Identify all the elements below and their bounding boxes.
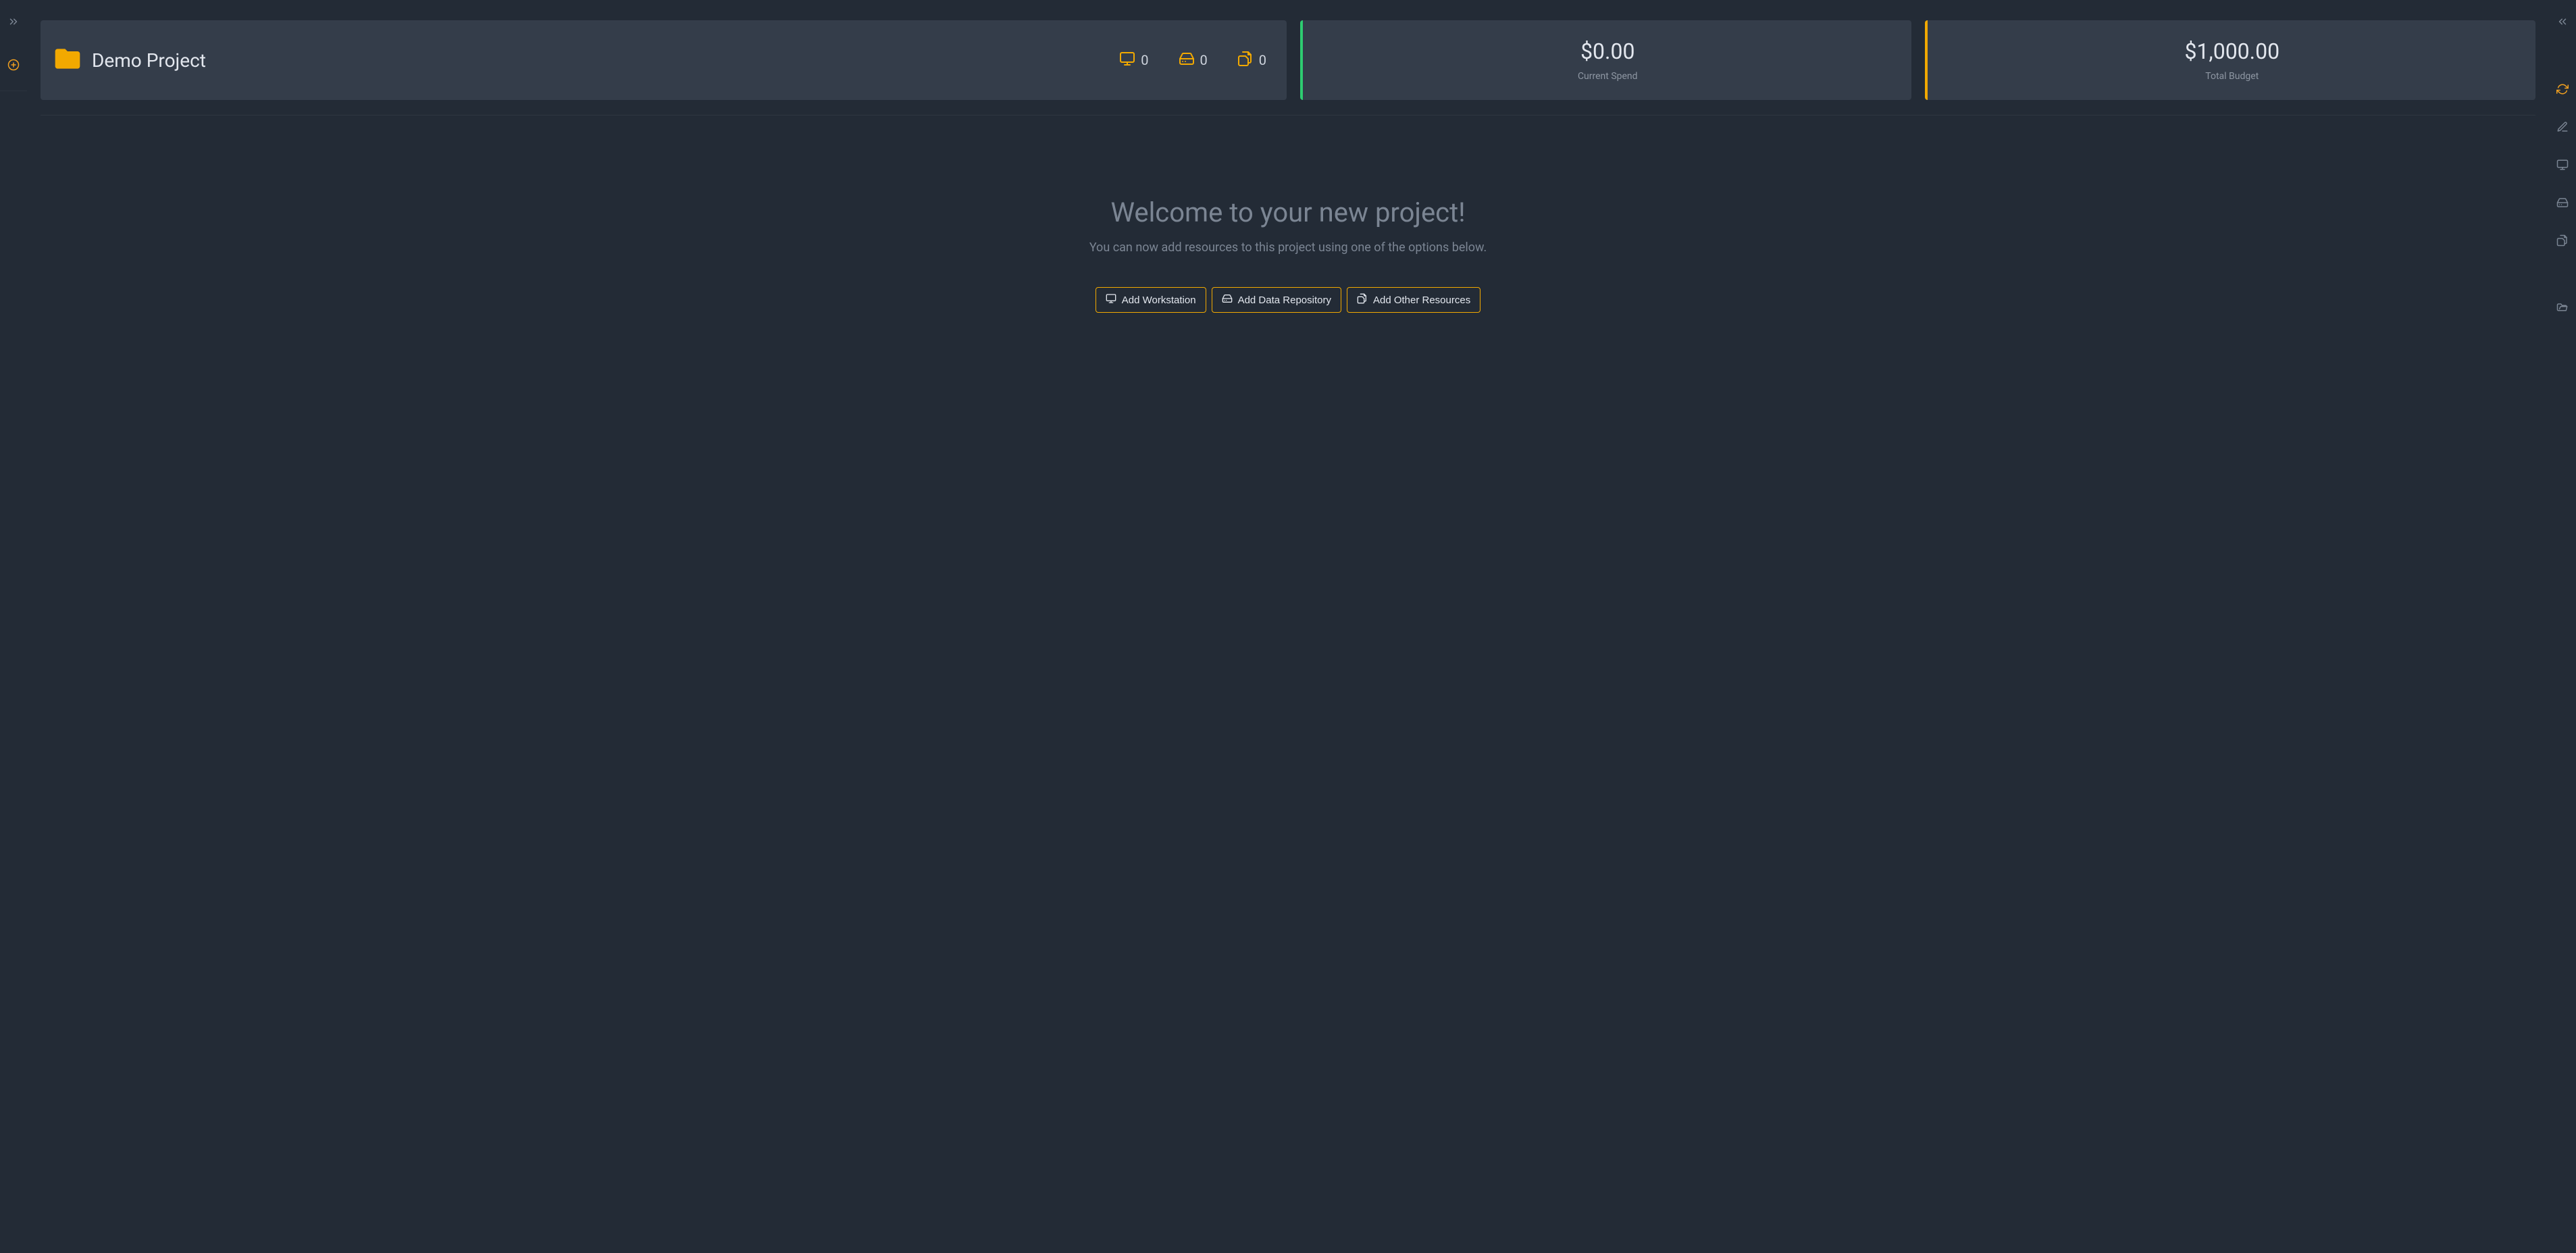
stat-other: 0: [1237, 51, 1266, 70]
budget-accent-bar: [1925, 20, 1928, 100]
other-resources-nav-button[interactable]: [2549, 228, 2576, 255]
stat-workstations-count: 0: [1141, 52, 1148, 68]
stat-repositories-count: 0: [1200, 52, 1208, 68]
plus-circle-icon: [7, 59, 20, 74]
add-repository-button[interactable]: Add Data Repository: [1212, 287, 1341, 313]
storage-icon: [1179, 51, 1195, 70]
folder-icon: [53, 44, 82, 76]
pencil-icon: [2556, 121, 2569, 136]
monitor-icon: [1119, 51, 1135, 70]
chevrons-left-icon: [2556, 16, 2569, 30]
add-repository-label: Add Data Repository: [1238, 295, 1331, 306]
stat-other-count: 0: [1259, 52, 1266, 68]
add-workstation-button[interactable]: Add Workstation: [1096, 287, 1206, 313]
repositories-nav-button[interactable]: [2549, 190, 2576, 218]
refresh-icon: [2556, 83, 2569, 98]
expand-left-rail-button[interactable]: [0, 9, 27, 36]
welcome-actions: Add Workstation Add Data Repository Add …: [1096, 287, 1480, 313]
project-header: Demo Project: [53, 44, 1119, 76]
copy-icon: [2556, 234, 2569, 249]
project-stats: 0 0 0: [1119, 51, 1266, 70]
stat-repositories: 0: [1179, 51, 1208, 70]
total-budget-card: $1,000.00 Total Budget: [1925, 20, 2536, 100]
main-divider: [41, 115, 2535, 116]
current-spend-label: Current Spend: [1578, 71, 1638, 82]
folder-open-icon: [2556, 302, 2569, 317]
storage-icon: [1222, 293, 1233, 307]
main-content: Demo Project 0 0: [27, 0, 2549, 1253]
add-project-button[interactable]: [0, 53, 27, 80]
refresh-button[interactable]: [2549, 77, 2576, 104]
copy-icon: [1237, 51, 1254, 70]
project-title: Demo Project: [92, 49, 206, 72]
copy-icon: [1357, 293, 1368, 307]
left-rail: [0, 0, 27, 1253]
summary-cards: Demo Project 0 0: [41, 20, 2535, 100]
monitor-icon: [1106, 293, 1116, 307]
collapse-right-rail-button[interactable]: [2549, 9, 2576, 36]
welcome-block: Welcome to your new project! You can now…: [41, 197, 2535, 313]
chevrons-right-icon: [7, 16, 20, 30]
current-spend-card: $0.00 Current Spend: [1300, 20, 1911, 100]
total-budget-value: $1,000.00: [2184, 39, 2279, 64]
open-folder-button[interactable]: [2549, 296, 2576, 323]
welcome-heading: Welcome to your new project!: [1110, 197, 1465, 228]
spend-accent-bar: [1300, 20, 1303, 100]
project-card: Demo Project 0 0: [41, 20, 1287, 100]
total-budget-label: Total Budget: [2205, 71, 2259, 82]
add-other-button[interactable]: Add Other Resources: [1347, 287, 1480, 313]
edit-button[interactable]: [2549, 115, 2576, 142]
current-spend-value: $0.00: [1580, 39, 1634, 64]
add-other-label: Add Other Resources: [1373, 295, 1470, 306]
welcome-subheading: You can now add resources to this projec…: [1089, 240, 1487, 255]
monitor-icon: [2556, 159, 2569, 174]
storage-icon: [2556, 197, 2569, 211]
right-rail: [2549, 0, 2576, 1253]
stat-workstations: 0: [1119, 51, 1148, 70]
add-workstation-label: Add Workstation: [1122, 295, 1196, 306]
workstations-nav-button[interactable]: [2549, 153, 2576, 180]
